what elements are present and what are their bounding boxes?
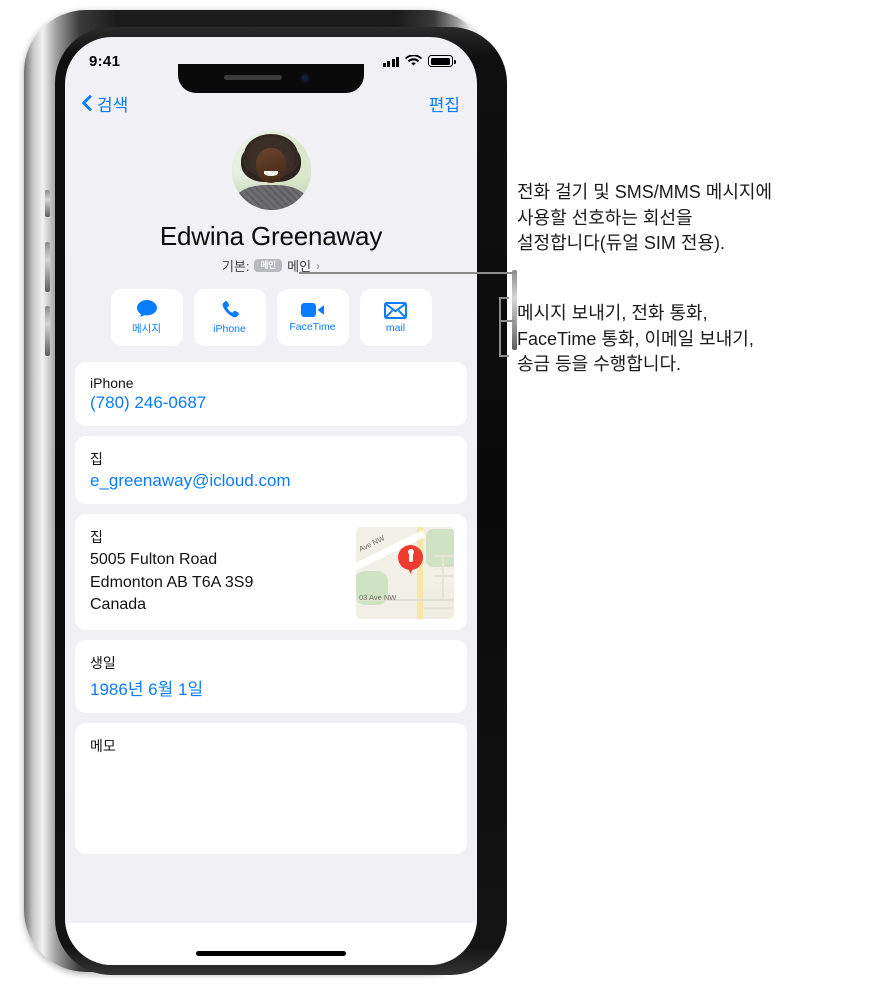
envelope-icon: [384, 301, 407, 319]
status-bar-time: 9:41: [89, 52, 121, 70]
cellular-signal-icon: [382, 56, 399, 67]
back-button-label: 검색: [97, 95, 129, 115]
address-field-card[interactable]: 집 5005 Fulton Road Edmonton AB T6A 3S9 C…: [75, 514, 467, 631]
message-bubble-icon: [136, 300, 157, 317]
page-title: Edwina Greenaway: [159, 221, 383, 251]
annotation-quick-actions: 메시지 보내기, 전화 통화, FaceTime 통화, 이메일 보내기, 송금…: [517, 303, 754, 375]
callout-bracket-vertical: [499, 297, 501, 357]
callout-bracket-top: [499, 297, 509, 299]
avatar[interactable]: [231, 131, 311, 210]
phone-action-button[interactable]: iPhone: [193, 289, 266, 346]
phone-action-label: iPhone: [213, 323, 246, 335]
notes-field-label: 메모: [90, 738, 116, 755]
wifi-icon: [405, 55, 422, 66]
iphone-screen: 9:41 검색 편집 Edwina Greenaway 기본: 메인 메인 › …: [65, 37, 477, 965]
callout-leader-line-1: [299, 272, 514, 274]
map-thumbnail[interactable]: Ave NW 03 Ave NW: [356, 527, 454, 619]
contact-fields-list: iPhone (780) 246-0687 집 e_greenaway@iclo…: [65, 362, 477, 855]
message-action-button[interactable]: 메시지: [110, 289, 183, 346]
earpiece-speaker-icon: [224, 75, 282, 80]
volume-down-button[interactable]: [45, 306, 50, 356]
email-field-label: 집: [90, 451, 103, 467]
contact-header: Edwina Greenaway 기본: 메인 메인 › 메시지 iPhone …: [65, 125, 477, 362]
edit-button[interactable]: 편집: [429, 91, 460, 116]
default-prefix-label: 기본:: [221, 259, 250, 274]
back-button[interactable]: 검색: [82, 91, 128, 116]
iphone-device-frame: 9:41 검색 편집 Edwina Greenaway 기본: 메인 메인 › …: [24, 10, 517, 975]
phone-field-card[interactable]: iPhone (780) 246-0687: [75, 362, 467, 426]
facetime-action-label: FaceTime: [289, 321, 336, 333]
callout-bracket-middle: [499, 320, 515, 322]
birthday-field-label: 생일: [90, 655, 116, 672]
phone-field-label: iPhone: [90, 375, 134, 391]
notch: [178, 64, 364, 93]
mail-action-label: mail: [385, 321, 406, 334]
chevron-left-icon: [82, 94, 93, 112]
phone-field-value[interactable]: (780) 246-0687: [90, 393, 452, 413]
home-indicator[interactable]: [196, 951, 346, 956]
map-street-label-2: 03 Ave NW: [359, 593, 397, 602]
quick-actions-row: 메시지 iPhone FaceTime mail: [65, 289, 477, 362]
phone-handset-icon: [222, 301, 239, 318]
map-pin-icon: [398, 545, 423, 574]
birthday-field-card[interactable]: 생일 1986년 6월 1일: [75, 640, 467, 714]
email-field-value[interactable]: e_greenaway@icloud.com: [90, 471, 452, 491]
callout-bracket-bottom: [499, 355, 509, 357]
volume-up-button[interactable]: [45, 242, 50, 292]
bottom-safe-area: [65, 923, 477, 965]
notes-field-card[interactable]: 메모: [75, 723, 467, 855]
battery-icon: [428, 55, 456, 67]
screenshot-root: 9:41 검색 편집 Edwina Greenaway 기본: 메인 메인 › …: [0, 0, 883, 984]
message-action-label: 메시지: [132, 323, 161, 335]
silent-switch[interactable]: [45, 190, 50, 217]
contact-detail-view: Edwina Greenaway 기본: 메인 메인 › 메시지 iPhone …: [65, 125, 477, 965]
birthday-field-value[interactable]: 1986년 6월 1일: [90, 675, 452, 700]
front-camera-icon: [300, 73, 310, 83]
facetime-action-button[interactable]: FaceTime: [276, 289, 349, 346]
mail-action-button[interactable]: mail: [359, 289, 432, 346]
email-field-card[interactable]: 집 e_greenaway@icloud.com: [75, 436, 467, 504]
video-camera-icon: [300, 303, 324, 317]
chevron-right-icon: ›: [316, 258, 321, 273]
annotation-default-line: 전화 걸기 및 SMS/MMS 메시지에 사용할 선호하는 회선을 설정합니다(…: [517, 182, 773, 254]
status-badge: 메인: [254, 258, 283, 273]
status-bar-indicators: [382, 55, 456, 67]
